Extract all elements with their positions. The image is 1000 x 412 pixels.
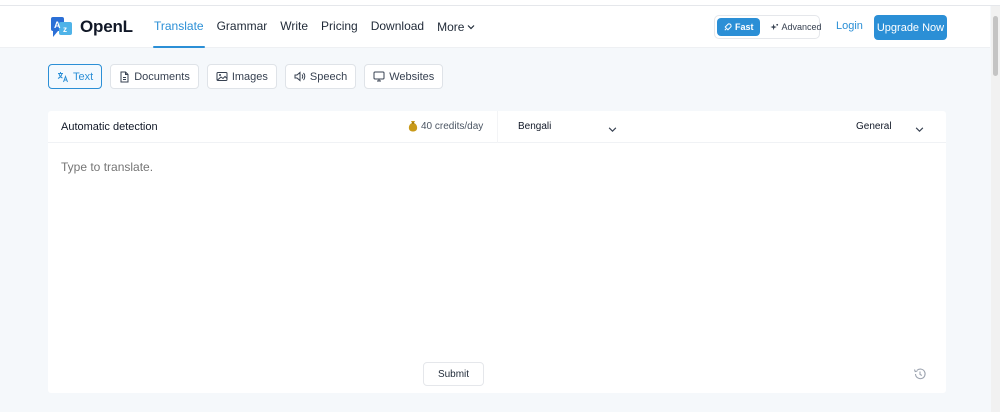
mode-toggle: Fast Advanced: [714, 15, 822, 39]
language-bar: Automatic detection 40 credits/day Benga…: [48, 111, 946, 143]
upgrade-now-button[interactable]: Upgrade Now: [874, 15, 947, 40]
login-link[interactable]: Login: [836, 20, 863, 32]
translate-icon: [57, 71, 68, 82]
mode-fast-label: Fast: [735, 22, 754, 32]
page-scrollbar[interactable]: [991, 6, 1000, 412]
tab-speech-label: Speech: [309, 70, 348, 83]
tab-documents[interactable]: Documents: [110, 64, 199, 89]
svg-text:A: A: [54, 20, 61, 30]
main-nav: Translate Grammar Write Pricing Download…: [153, 6, 488, 48]
tab-documents-label: Documents: [134, 70, 190, 83]
tab-websites-label: Websites: [389, 70, 435, 83]
nav-more-label: More: [437, 20, 465, 34]
history-icon[interactable]: [913, 367, 927, 386]
mode-fast-button[interactable]: Fast: [717, 18, 760, 36]
openl-logo-icon: A z: [50, 15, 74, 39]
nav-translate[interactable]: Translate: [153, 6, 205, 48]
input-type-tabs: Text Documents Images Speech Websites: [48, 64, 451, 89]
tab-images[interactable]: Images: [206, 64, 277, 89]
speaker-icon: [294, 71, 306, 82]
translator-panel: Automatic detection 40 credits/day Benga…: [48, 111, 946, 393]
nav-grammar[interactable]: Grammar: [217, 6, 268, 48]
chevron-down-icon[interactable]: [915, 121, 924, 139]
logo[interactable]: A z OpenL: [50, 15, 133, 39]
source-language-select[interactable]: Automatic detection: [61, 121, 158, 133]
document-icon: [120, 71, 129, 82]
sparkle-icon: [769, 23, 778, 30]
credits-label: 40 credits/day: [421, 120, 484, 132]
mode-advanced-label: Advanced: [781, 22, 822, 32]
tab-speech[interactable]: Speech: [284, 64, 357, 89]
image-icon: [216, 72, 228, 81]
chevron-down-icon: [468, 25, 475, 30]
nav-write[interactable]: Write: [280, 6, 308, 48]
nav-pricing[interactable]: Pricing: [321, 6, 358, 48]
tab-images-label: Images: [231, 70, 268, 83]
coin-bag-icon: [408, 121, 418, 132]
app-name: OpenL: [80, 17, 133, 36]
tab-text-label: Text: [73, 70, 94, 83]
credits-badge: 40 credits/day: [408, 120, 483, 132]
tab-text[interactable]: Text: [48, 64, 103, 89]
target-language-select[interactable]: Bengali: [518, 121, 551, 132]
translation-style-select[interactable]: General: [856, 121, 892, 132]
submit-button[interactable]: Submit: [423, 362, 484, 386]
svg-text:z: z: [63, 25, 67, 34]
monitor-icon: [373, 71, 385, 82]
top-header: A z OpenL Translate Grammar Write Pricin…: [0, 6, 990, 48]
rocket-icon: [724, 22, 732, 31]
chevron-down-icon[interactable]: [608, 121, 617, 139]
mode-advanced-button[interactable]: Advanced: [769, 22, 822, 32]
source-text-input[interactable]: [61, 157, 481, 177]
nav-download[interactable]: Download: [371, 6, 424, 48]
scrollbar-thumb[interactable]: [993, 16, 998, 76]
tab-websites[interactable]: Websites: [364, 64, 444, 89]
nav-more[interactable]: More: [437, 6, 475, 48]
language-divider: [497, 111, 498, 143]
